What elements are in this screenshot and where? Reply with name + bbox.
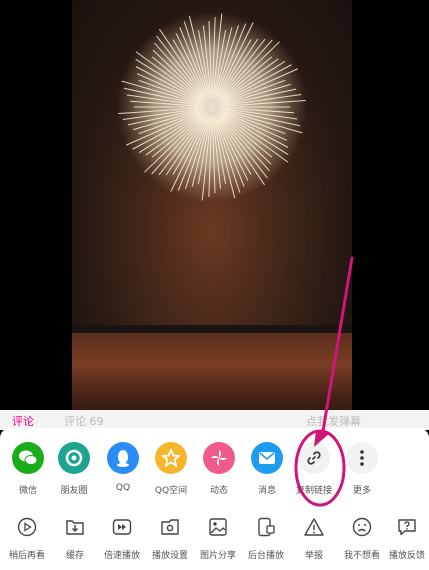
- firework-image: [117, 12, 307, 202]
- link-icon: [298, 442, 330, 474]
- video-tab-bar: 评论 评论 69 点我发弹幕: [0, 410, 429, 430]
- mail-icon: [251, 442, 283, 474]
- action-label: 倍速播放: [103, 551, 140, 561]
- more-icon: [346, 442, 378, 474]
- settings-icon: [157, 514, 183, 540]
- action-speed[interactable]: 倍速播放: [95, 514, 149, 561]
- image-share-icon: [205, 514, 231, 540]
- danmaku-input[interactable]: 点我发弹幕: [306, 413, 361, 429]
- horizon-line: [72, 325, 352, 333]
- watch-later-icon: [14, 514, 40, 540]
- report-icon: [301, 514, 327, 540]
- action-label: 播放反馈: [388, 551, 425, 561]
- download-icon: [62, 514, 88, 540]
- share-label: 更多: [352, 486, 371, 496]
- qq-icon: [107, 442, 139, 474]
- action-label: 缓存: [65, 551, 84, 561]
- action-label: 播放设置: [151, 551, 188, 561]
- action-label: 后台播放: [247, 551, 284, 561]
- video-player[interactable]: [0, 0, 429, 420]
- share-target-row: 微信 朋友圈 QQ QQ空间 动态 消息 复制链接 更多: [0, 442, 429, 502]
- action-watch-later[interactable]: 稍后再看: [0, 514, 54, 561]
- action-image-share[interactable]: 图片分享: [191, 514, 245, 561]
- action-play-feedback[interactable]: 播放反馈: [380, 514, 429, 561]
- speed-icon: [109, 514, 135, 540]
- action-row: 稍后再看 缓存 倍速播放 播放设置 图片分享 后台播放 举报 我不想看 播放反馈: [0, 514, 429, 568]
- action-label: 稍后再看: [8, 551, 45, 561]
- dislike-icon: [349, 514, 375, 540]
- action-background-play[interactable]: 后台播放: [239, 514, 293, 561]
- tab-comments[interactable]: 评论 69: [64, 413, 104, 429]
- action-label: 举报: [304, 551, 323, 561]
- action-cache[interactable]: 缓存: [48, 514, 102, 561]
- action-play-settings[interactable]: 播放设置: [143, 514, 197, 561]
- action-label: 图片分享: [199, 551, 236, 561]
- wechat-icon: [12, 442, 44, 474]
- tab-intro[interactable]: 评论: [12, 413, 34, 429]
- background-play-icon: [253, 514, 279, 540]
- share-more[interactable]: 更多: [332, 442, 392, 496]
- feedback-icon: [394, 514, 420, 540]
- pinwheel-icon: [203, 442, 235, 474]
- share-sheet: 微信 朋友圈 QQ QQ空间 动态 消息 复制链接 更多 稍后再看 缓存 倍速播…: [0, 428, 429, 570]
- water-surface: [72, 333, 352, 420]
- qzone-icon: [155, 442, 187, 474]
- action-report[interactable]: 举报: [287, 514, 341, 561]
- moments-icon: [58, 442, 90, 474]
- video-frame: [72, 0, 352, 420]
